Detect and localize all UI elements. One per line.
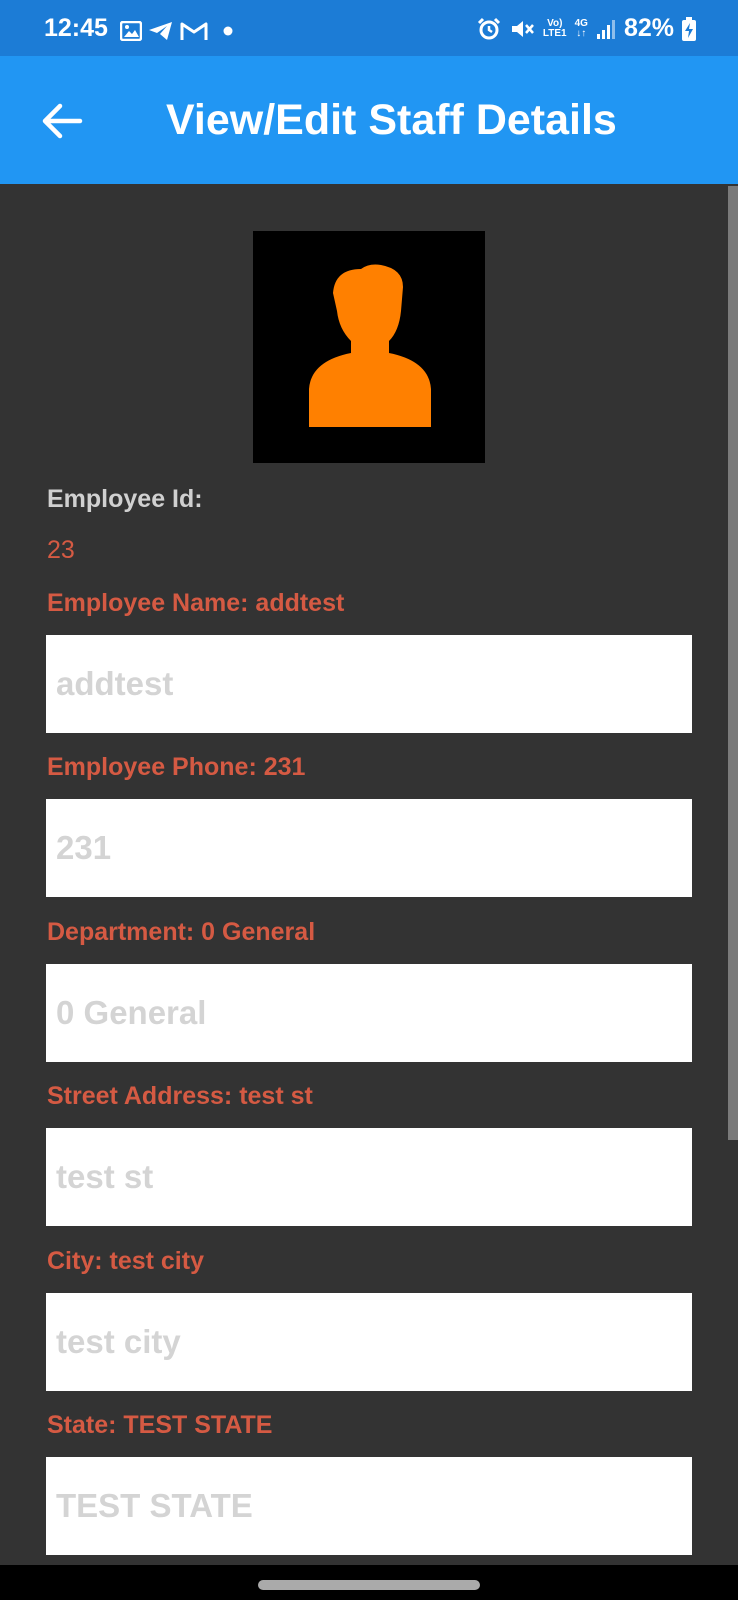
back-arrow-icon[interactable] (38, 96, 88, 146)
data-arrows-icon: ↓↑ (576, 27, 587, 39)
network-type-indicator: 4G ↓↑ (574, 17, 588, 39)
state-input[interactable] (46, 1457, 692, 1555)
department-input[interactable] (46, 964, 692, 1062)
city-label: City: test city (47, 1247, 204, 1275)
notification-dot-icon (223, 26, 233, 36)
signal-icon (596, 19, 615, 39)
page-title: View/Edit Staff Details (166, 96, 617, 144)
status-bar: 12:45 Vo) LTE1 4G ↓↑ 82% (0, 0, 738, 56)
app-bar: View/Edit Staff Details (0, 56, 738, 184)
notification-icons (120, 21, 236, 41)
employee-avatar[interactable] (253, 231, 485, 463)
street-address-label: Street Address: test st (47, 1082, 313, 1110)
image-icon (120, 21, 142, 41)
navigation-bar (0, 1565, 738, 1600)
home-indicator[interactable] (258, 1580, 480, 1590)
telegram-icon (149, 22, 172, 40)
gmail-icon (180, 22, 208, 40)
city-input[interactable] (46, 1293, 692, 1391)
employee-phone-label: Employee Phone: 231 (47, 753, 306, 781)
person-icon (309, 264, 431, 427)
employee-phone-input[interactable] (46, 799, 692, 897)
scrollbar-thumb[interactable] (728, 186, 738, 1140)
mute-icon (511, 20, 534, 37)
department-label: Department: 0 General (47, 918, 316, 946)
employee-id-value: 23 (47, 536, 75, 564)
status-time: 12:45 (44, 14, 108, 42)
street-address-input[interactable] (46, 1128, 692, 1226)
system-icons: Vo) LTE1 4G ↓↑ 82% (477, 14, 696, 43)
employee-id-label: Employee Id: (47, 485, 203, 513)
volte-indicator: Vo) LTE1 (542, 17, 567, 39)
employee-name-input[interactable] (46, 635, 692, 733)
battery-level: 82% (623, 14, 674, 42)
alarm-icon (477, 17, 500, 39)
employee-name-label: Employee Name: addtest (47, 589, 345, 617)
state-label: State: TEST STATE (47, 1411, 273, 1439)
battery-charging-icon (682, 16, 696, 41)
